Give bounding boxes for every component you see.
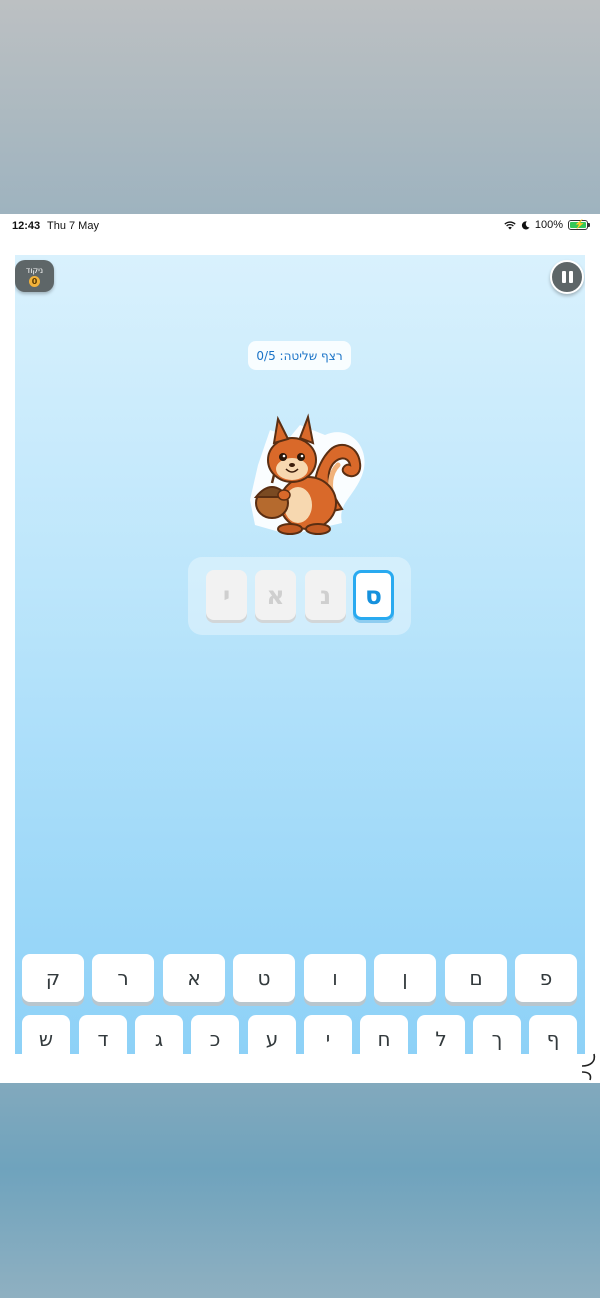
status-right: 100% ⚡ xyxy=(504,219,590,231)
key[interactable]: א xyxy=(163,954,225,1002)
bottom-backdrop xyxy=(0,1083,600,1298)
status-date: Thu 7 May xyxy=(47,220,99,232)
answer-slot[interactable]: י xyxy=(206,570,247,620)
key[interactable]: ג xyxy=(135,1015,183,1054)
key[interactable]: ו xyxy=(304,954,366,1002)
answer-slot[interactable]: א xyxy=(255,570,296,620)
status-time: 12:43 xyxy=(12,220,41,232)
game-area: ניקוד 0 רצף שליטה: 0/5 ס נ א י פ ם ן ו ט… xyxy=(15,255,585,1054)
wifi-icon xyxy=(504,220,516,229)
score-value: 0 xyxy=(29,275,40,287)
key[interactable]: ל xyxy=(417,1015,465,1054)
key[interactable]: ם xyxy=(445,954,507,1002)
key[interactable]: ר xyxy=(92,954,154,1002)
status-bar: 12:43 Thu 7 May 100% ⚡ xyxy=(0,214,600,238)
answer-slot[interactable]: ס xyxy=(353,570,394,620)
key[interactable]: ש xyxy=(22,1015,70,1054)
key[interactable]: פ xyxy=(515,954,577,1002)
key[interactable]: ט xyxy=(233,954,295,1002)
battery-percent: 100% xyxy=(534,219,563,231)
key[interactable]: ע xyxy=(248,1015,296,1054)
score-label: ניקוד xyxy=(25,265,44,275)
key[interactable]: כ xyxy=(191,1015,239,1054)
squirrel-icon xyxy=(250,413,365,535)
key[interactable]: ף xyxy=(529,1015,577,1054)
moon-icon xyxy=(521,220,530,229)
key[interactable]: ק xyxy=(22,954,84,1002)
score-badge: ניקוד 0 xyxy=(15,260,54,292)
key[interactable]: ן xyxy=(374,954,436,1002)
key[interactable]: י xyxy=(304,1015,352,1054)
battery-icon: ⚡ xyxy=(568,219,590,230)
app-window: 12:43 Thu 7 May 100% ⚡ ניקוד 0 רצף שליטה… xyxy=(0,214,600,1083)
answer-slots: ס נ א י xyxy=(188,557,411,635)
answer-slot[interactable]: נ xyxy=(305,570,346,620)
pause-button[interactable] xyxy=(550,260,584,294)
key[interactable]: ך xyxy=(473,1015,521,1054)
pause-icon xyxy=(561,271,566,283)
streak-indicator: רצף שליטה: 0/5 xyxy=(248,341,351,370)
assistive-touch-icon xyxy=(581,1053,596,1081)
key[interactable]: ח xyxy=(360,1015,408,1054)
key[interactable]: ד xyxy=(79,1015,127,1054)
top-backdrop xyxy=(0,0,600,214)
